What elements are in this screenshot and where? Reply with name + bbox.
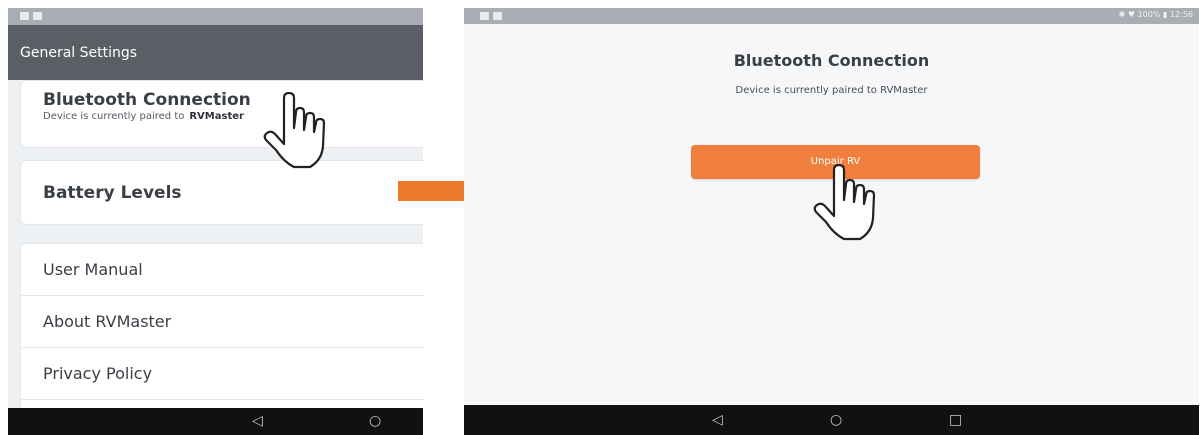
menu-item-label: About RVMaster (43, 312, 172, 331)
status-bar (8, 8, 423, 25)
app-header: General Settings (8, 25, 423, 80)
status-readout: ✱ ♥ 100% ▮ 12:56 (1118, 10, 1193, 19)
page-title: Bluetooth Connection (733, 51, 930, 70)
menu-item-privacy-policy[interactable]: Privacy Policy (21, 348, 423, 400)
back-icon[interactable]: ◁ (712, 412, 723, 428)
image-icon (493, 12, 502, 20)
menu-item-label: Privacy Policy (43, 364, 153, 383)
paired-status-text: Device is currently paired to RVMaster (735, 85, 928, 96)
pointing-hand-icon (263, 92, 326, 169)
battery-levels-card[interactable]: Battery Levels (20, 160, 423, 225)
navigation-bar: ◁ ○ (8, 408, 423, 435)
left-phone-screen: General Settings Bluetooth Connection De… (8, 8, 423, 435)
menu-item-about[interactable]: About RVMaster (21, 296, 423, 348)
pointing-hand-icon (813, 164, 876, 241)
gallery-icon (480, 12, 489, 20)
menu-item-user-manual[interactable]: User Manual (21, 244, 423, 296)
battery-card-title: Battery Levels (43, 183, 182, 203)
bluetooth-card-title: Bluetooth Connection (43, 90, 251, 110)
home-icon[interactable]: ○ (830, 412, 842, 428)
back-icon[interactable]: ◁ (252, 413, 263, 429)
paired-device-name: RVMaster (189, 111, 244, 122)
status-bar: ✱ ♥ 100% ▮ 12:56 (464, 8, 1199, 24)
bluetooth-card-subtitle: Device is currently paired to RVMaster (43, 111, 244, 122)
bluetooth-connection-card[interactable]: Bluetooth Connection Device is currently… (20, 80, 423, 148)
menu-list: User Manual About RVMaster Privacy Polic… (20, 243, 423, 435)
menu-item-label: User Manual (43, 260, 143, 279)
home-icon[interactable]: ○ (369, 413, 381, 429)
image-icon (33, 12, 42, 20)
recents-icon[interactable]: □ (949, 412, 962, 428)
gallery-icon (20, 12, 29, 20)
paired-status-text: Device is currently paired to (43, 111, 185, 122)
navigation-bar: ◁ ○ □ (464, 405, 1199, 435)
page-title: General Settings (20, 45, 138, 61)
